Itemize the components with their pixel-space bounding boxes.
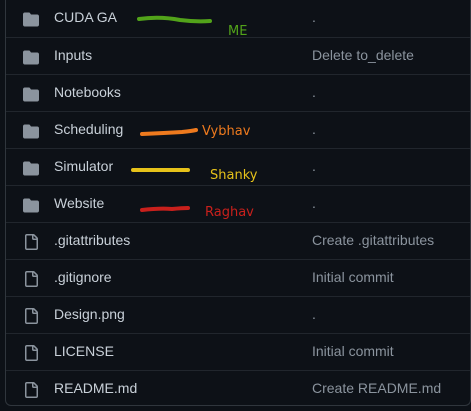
file-icon xyxy=(23,382,39,398)
folder-icon xyxy=(23,123,39,139)
commit-message-link[interactable]: . xyxy=(312,84,316,100)
file-name-link[interactable]: Scheduling xyxy=(54,121,123,137)
annotation-label-shanky: Shanky xyxy=(210,168,258,183)
file-icon xyxy=(23,234,39,250)
file-row-gitattributes[interactable]: .gitattributes Create .gitattributes xyxy=(6,222,470,259)
commit-message-link[interactable]: Delete to_delete xyxy=(312,47,414,63)
file-name-link[interactable]: LICENSE xyxy=(54,343,114,359)
commit-message-link[interactable]: . xyxy=(312,121,316,137)
file-name-link[interactable]: Design.png xyxy=(54,306,125,322)
file-icon xyxy=(23,345,39,361)
file-name-link[interactable]: CUDA GA xyxy=(54,9,117,25)
file-icon xyxy=(23,308,39,324)
commit-message-link[interactable]: Initial commit xyxy=(312,343,394,359)
file-row-license[interactable]: LICENSE Initial commit xyxy=(6,333,470,370)
folder-icon xyxy=(23,11,39,27)
file-row-design-png[interactable]: Design.png . xyxy=(6,296,470,333)
commit-message-link[interactable]: Initial commit xyxy=(312,269,394,285)
annotation-label-me: ME xyxy=(228,24,248,39)
annotation-label-raghav: Raghav xyxy=(205,205,254,220)
file-name-link[interactable]: Inputs xyxy=(54,47,92,63)
commit-message-link[interactable]: Create .gitattributes xyxy=(312,232,434,248)
file-row-gitignore[interactable]: .gitignore Initial commit xyxy=(6,259,470,296)
folder-icon xyxy=(23,160,39,176)
file-name-link[interactable]: README.md xyxy=(54,380,137,396)
folder-icon xyxy=(23,197,39,213)
file-row-notebooks[interactable]: Notebooks . xyxy=(6,74,470,111)
file-name-link[interactable]: Notebooks xyxy=(54,84,121,100)
commit-message-link[interactable]: . xyxy=(312,195,316,211)
folder-icon xyxy=(23,86,39,102)
file-name-link[interactable]: .gitignore xyxy=(54,269,112,285)
commit-message-link[interactable]: Create README.md xyxy=(312,380,441,396)
commit-message-link[interactable]: . xyxy=(312,306,316,322)
file-name-link[interactable]: Simulator xyxy=(54,158,113,174)
commit-message-link[interactable]: . xyxy=(312,158,316,174)
file-row-readme[interactable]: README.md Create README.md xyxy=(6,370,470,407)
file-row-inputs[interactable]: Inputs Delete to_delete xyxy=(6,37,470,74)
file-name-link[interactable]: .gitattributes xyxy=(54,232,130,248)
file-icon xyxy=(23,271,39,287)
commit-message-link[interactable]: . xyxy=(312,9,316,25)
folder-icon xyxy=(23,49,39,65)
file-list: CUDA GA . Inputs Delete to_delete Notebo… xyxy=(5,0,471,406)
file-name-link[interactable]: Website xyxy=(54,195,104,211)
annotation-label-vybhav: Vybhav xyxy=(202,124,251,139)
